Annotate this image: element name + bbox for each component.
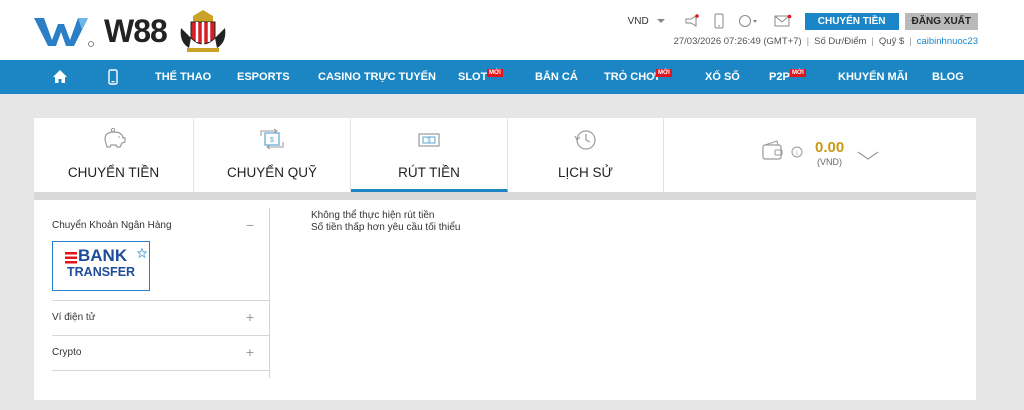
- svg-text:$: $: [270, 137, 274, 144]
- nav-blog[interactable]: BLOG: [932, 60, 964, 94]
- wallet-card: CHUYỂN TIỀN $ CHUYỂN QUỸ $ RÚT TIỀN LỊCH…: [34, 118, 976, 400]
- wallet-icon: [761, 140, 785, 167]
- wallet-currency: (VND): [817, 157, 842, 167]
- nav-games-new-badge: MỚI: [656, 69, 672, 77]
- chevron-down-icon[interactable]: [857, 148, 879, 166]
- info-icon[interactable]: i: [791, 145, 803, 163]
- piggy-bank-icon: [101, 127, 127, 155]
- mail-icon[interactable]: [774, 14, 792, 28]
- bank-logo-line2: TRANSFER: [67, 265, 136, 279]
- fund-link[interactable]: Quỹ $: [879, 36, 904, 47]
- site-header: W88 VND CHUYỂN TIỀN ĐĂNG XUẤT 27/03/2026…: [0, 0, 1024, 60]
- wallet-tabs: CHUYỂN TIỀN $ CHUYỂN QUỸ $ RÚT TIỀN LỊCH…: [34, 118, 976, 192]
- nav-p2p-new-badge: MỚI: [790, 69, 806, 77]
- main-nav: THỂ THAO ESPORTS CASINO TRỰC TUYẾN SLOT …: [0, 60, 1024, 94]
- w-logo-icon: [34, 18, 94, 47]
- nav-esports[interactable]: ESPORTS: [237, 60, 290, 94]
- nav-slot-new-badge: MỚI: [487, 69, 503, 77]
- payment-method-sidebar: Chuyển Khoản Ngân Hàng − BANK TRANSFER V…: [52, 208, 270, 378]
- nav-fishing[interactable]: BẮN CÁ: [535, 60, 578, 94]
- transfer-icon: $: [259, 128, 285, 155]
- username[interactable]: caibinhnuoc23: [917, 36, 978, 47]
- club-crest-icon: [180, 10, 226, 52]
- brand-name: W88: [104, 12, 168, 49]
- tab-fund-transfer[interactable]: $ CHUYỂN QUỸ: [194, 118, 351, 192]
- star-icon: [136, 245, 148, 263]
- balance-points-link[interactable]: Số Dư/Điểm: [814, 36, 866, 47]
- tab-withdraw[interactable]: $ RÚT TIỀN: [351, 118, 508, 192]
- header-account-panel: VND CHUYỂN TIỀN ĐĂNG XUẤT 27/03/2026 07:…: [628, 10, 978, 47]
- megaphone-icon[interactable]: [684, 14, 700, 28]
- nav-live-casino[interactable]: CASINO TRỰC TUYẾN: [318, 60, 436, 94]
- mobile-phone-icon[interactable]: [714, 13, 724, 29]
- nav-sports[interactable]: THỂ THAO: [155, 60, 211, 94]
- tab-divider: [34, 192, 976, 200]
- bank-logo-icon: [65, 251, 78, 264]
- nav-lottery[interactable]: XỔ SỐ: [705, 60, 740, 94]
- wallet-amount: 0.00: [815, 139, 845, 156]
- svg-text:i: i: [796, 149, 798, 157]
- bank-transfer-option[interactable]: BANK TRANSFER: [52, 241, 150, 291]
- transfer-button[interactable]: CHUYỂN TIỀN: [804, 12, 899, 30]
- expand-icon[interactable]: +: [246, 309, 254, 325]
- nav-p2p[interactable]: P2P: [769, 60, 790, 94]
- withdraw-error-message: Không thể thực hiện rút tiền Số tiền thấ…: [311, 210, 461, 233]
- chevron-down-icon: [656, 19, 665, 23]
- bank-transfer-section[interactable]: Chuyển Khoản Ngân Hàng −: [52, 217, 270, 234]
- mobile-nav-icon[interactable]: [108, 60, 118, 94]
- nav-slot[interactable]: SLOT: [458, 60, 487, 94]
- wallet-balance[interactable]: i 0.00 (VND): [664, 118, 976, 192]
- bank-logo-line1: BANK: [78, 246, 128, 265]
- language-select-icon[interactable]: [738, 14, 760, 28]
- withdraw-icon: $: [416, 128, 442, 155]
- nav-promotions[interactable]: KHUYẾN MÃI: [838, 60, 908, 94]
- nav-games[interactable]: TRÒ CHƠI: [604, 60, 659, 94]
- server-time: 27/03/2026 07:26:49 (GMT+7): [673, 36, 802, 47]
- ewallet-section[interactable]: Ví điện tử +: [52, 309, 270, 326]
- crypto-section[interactable]: Crypto +: [52, 344, 270, 361]
- currency-select[interactable]: VND: [628, 16, 665, 27]
- tab-deposit[interactable]: CHUYỂN TIỀN: [34, 118, 194, 192]
- brand-logo[interactable]: W88: [34, 10, 229, 52]
- tab-history[interactable]: LỊCH SỬ: [508, 118, 664, 192]
- logout-button[interactable]: ĐĂNG XUẤT: [904, 12, 978, 30]
- home-icon[interactable]: [52, 60, 68, 94]
- history-icon: [573, 128, 599, 157]
- expand-icon[interactable]: +: [246, 344, 254, 360]
- collapse-icon[interactable]: −: [246, 217, 254, 233]
